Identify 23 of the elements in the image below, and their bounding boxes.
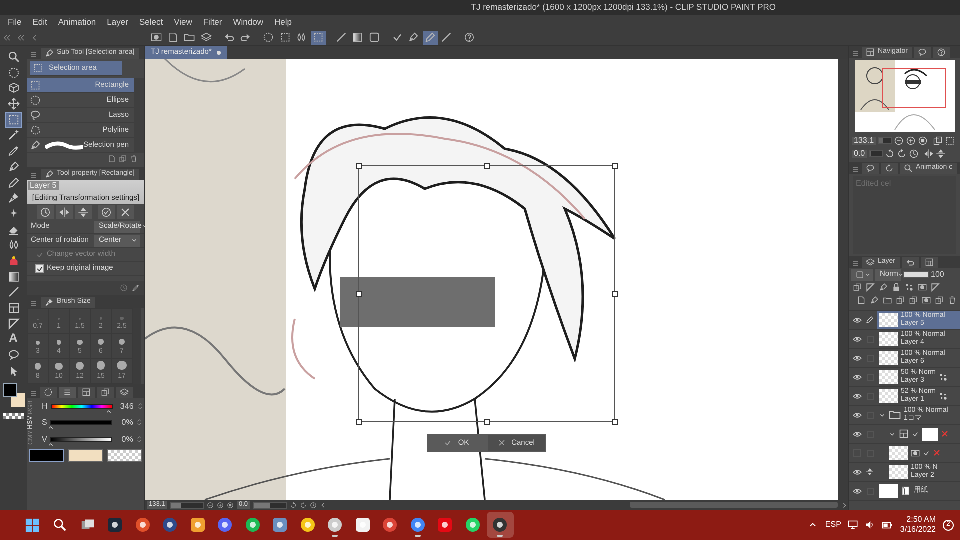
text-tool[interactable]: A [6,332,21,346]
menu-item[interactable]: Help [274,18,292,28]
clock[interactable]: 2:50 AM 3/16/2022 [900,515,936,535]
language-indicator[interactable]: ESP [825,520,842,530]
menu-item[interactable]: File [8,18,22,28]
slider-reading: 346 [119,402,134,412]
menu-item[interactable]: Filter [203,18,222,28]
menu-item[interactable]: Window [233,18,264,28]
menu-item[interactable]: Select [139,18,164,28]
menu-item[interactable]: Edit [32,18,48,28]
slider-label: H [42,402,48,412]
slider-reading: 0% [120,434,134,444]
layer-label: Layer 5 [28,181,59,190]
menu-item[interactable]: Animation [58,18,96,28]
slider-label: V [42,434,48,444]
opacity-value: 100 [931,270,944,280]
menu-item[interactable]: View [174,18,192,28]
slider-label: S [42,418,48,428]
slider-reading: 0% [120,418,134,428]
window-title: TJ remasterizado* (1600 x 1200px 1200dpi 133.1%) - CLIP STUDIO PAINT PRO [471,2,776,12]
angle-field[interactable]: 0.0 [852,150,868,158]
menu-item[interactable]: Layer [107,18,128,28]
zoom-field[interactable]: 133.1 [852,136,876,144]
